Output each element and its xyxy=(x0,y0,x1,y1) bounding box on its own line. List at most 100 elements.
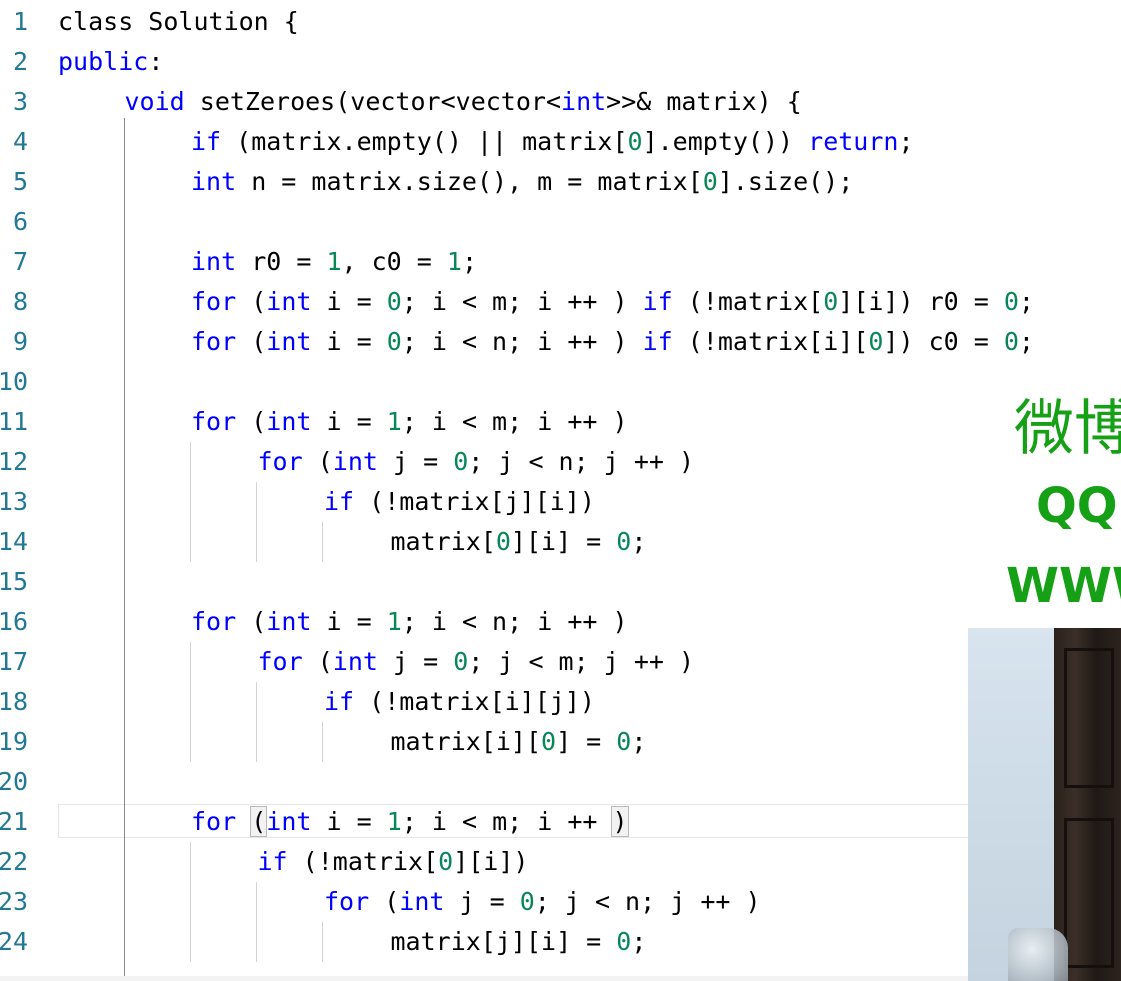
text-token: i = xyxy=(311,607,387,636)
code-line[interactable]: 22 if (!matrix[0][i]) xyxy=(0,842,1121,882)
code-line[interactable]: 15 xyxy=(0,562,1121,602)
keyword-token: for xyxy=(191,807,237,836)
code-line[interactable]: 24 matrix[j][i] = 0; xyxy=(0,922,1121,962)
text-token: i = xyxy=(311,327,387,356)
camera-door-panel-upper xyxy=(1064,648,1114,788)
code-text: public: xyxy=(58,42,163,82)
line-number: 18 xyxy=(0,687,28,716)
code-line[interactable]: 5 int n = matrix.size(), m = matrix[0].si… xyxy=(0,162,1121,202)
text-token: ].size(); xyxy=(717,167,854,196)
text-token: ; i < n; i ++ ) xyxy=(401,327,643,356)
code-text: for (int i = 0; i < m; i ++ ) if (!matri… xyxy=(191,282,1034,322)
number-token: 0 xyxy=(386,287,402,316)
indent-guide xyxy=(322,722,323,762)
text-token: ; xyxy=(898,127,914,156)
code-text: void setZeroes(vector<vector<int>>& matr… xyxy=(125,82,802,122)
text-token: ; xyxy=(631,727,647,756)
text-token: ]) c0 = xyxy=(883,327,1004,356)
line-number: 5 xyxy=(12,167,28,196)
line-number: 15 xyxy=(0,567,28,596)
code-text: class Solution { xyxy=(58,2,299,42)
text-token: ( xyxy=(236,287,267,316)
keyword-token: if xyxy=(191,127,222,156)
text-token: ; i < m; i ++ ) xyxy=(401,407,628,436)
keyword-token: for xyxy=(191,407,237,436)
keyword-token: if xyxy=(257,847,288,876)
text-token: ].empty()) xyxy=(642,127,809,156)
code-text: for (int i = 1; i < n; i ++ ) xyxy=(191,602,628,642)
code-editor[interactable]: 1 class Solution {2 public: 3 void setZeroes… xyxy=(0,0,1121,981)
code-line[interactable]: 13 if (!matrix[j][i]) xyxy=(0,482,1121,522)
keyword-token: int xyxy=(266,407,312,436)
code-text: if (!matrix[i][j]) xyxy=(324,682,595,722)
text-token: (matrix.empty() || matrix[ xyxy=(221,127,628,156)
text-token: ; i < m; i ++ ) xyxy=(401,287,643,316)
text-token: ( xyxy=(236,407,267,436)
number-token: 0 xyxy=(1003,327,1019,356)
webcam-overlay xyxy=(968,628,1121,981)
code-line[interactable]: 16 for (int i = 1; i < n; i ++ ) xyxy=(0,602,1121,642)
line-number: 21 xyxy=(0,807,28,836)
code-line[interactable]: 3 void setZeroes(vector<vector<int>>& mat… xyxy=(0,82,1121,122)
line-number: 24 xyxy=(0,927,28,956)
code-line[interactable]: 9 for (int i = 0; i < n; i ++ ) if (!matr… xyxy=(0,322,1121,362)
code-line[interactable]: 19 matrix[i][0] = 0; xyxy=(0,722,1121,762)
line-number: 22 xyxy=(0,847,28,876)
keyword-token: for xyxy=(257,647,303,676)
code-line[interactable]: 17 for (int j = 0; j < m; j ++ ) xyxy=(0,642,1121,682)
text-token: j = xyxy=(377,447,454,476)
code-text: for (int i = 1; i < m; i ++ ) xyxy=(191,802,629,842)
code-line[interactable]: 8 for (int i = 0; i < m; i ++ ) if (!matr… xyxy=(0,282,1121,322)
text-token: ( xyxy=(236,327,267,356)
number-token: 1 xyxy=(386,407,402,436)
code-text: matrix[j][i] = 0; xyxy=(391,922,647,962)
number-token: 1 xyxy=(386,807,402,836)
text-token: , c0 = xyxy=(341,247,447,276)
code-line[interactable]: 11 for (int i = 1; i < m; i ++ ) xyxy=(0,402,1121,442)
code-line[interactable]: 14 matrix[0][i] = 0; xyxy=(0,522,1121,562)
text-token: j = xyxy=(377,647,454,676)
code-line[interactable]: 10 xyxy=(0,362,1121,402)
line-number: 7 xyxy=(12,247,28,276)
keyword-token: if xyxy=(642,287,673,316)
text-token: ( xyxy=(236,607,267,636)
indent-guide xyxy=(256,882,257,962)
keyword-token: return xyxy=(808,127,899,156)
number-token: 0 xyxy=(453,447,469,476)
number-token: 0 xyxy=(616,927,632,956)
number-token: 0 xyxy=(702,167,718,196)
text-token: ( xyxy=(302,447,333,476)
watermark-line-2: QQ xyxy=(1036,478,1118,534)
code-line[interactable]: 2 public: xyxy=(0,42,1121,82)
number-token: 0 xyxy=(438,847,454,876)
code-text: if (matrix.empty() || matrix[0].empty())… xyxy=(191,122,914,162)
text-token: i = xyxy=(311,287,387,316)
keyword-token: int xyxy=(266,327,312,356)
code-line[interactable]: 21 for (int i = 1; i < m; i ++ ) xyxy=(0,802,1121,842)
number-token: 0 xyxy=(495,527,511,556)
code-line[interactable]: 1 class Solution { xyxy=(0,2,1121,42)
text-token: ; j < m; j ++ ) xyxy=(468,647,695,676)
code-line[interactable]: 4 if (matrix.empty() || matrix[0].empty()… xyxy=(0,122,1121,162)
keyword-token: int xyxy=(266,287,312,316)
text-token: matrix[ xyxy=(390,527,496,556)
keyword-token: void xyxy=(124,87,185,116)
text-token: r0 = xyxy=(236,247,327,276)
indent-guide xyxy=(190,642,191,762)
text-token: (!matrix[i][j]) xyxy=(354,687,595,716)
code-line[interactable]: 18 if (!matrix[i][j]) xyxy=(0,682,1121,722)
indent-guide xyxy=(124,118,125,981)
text-token: ; xyxy=(631,527,647,556)
code-line[interactable]: 20 xyxy=(0,762,1121,802)
code-text: for (int j = 0; j < n; j ++ ) xyxy=(324,882,761,922)
code-line[interactable]: 23 for (int j = 0; j < n; j ++ ) xyxy=(0,882,1121,922)
number-token: 0 xyxy=(453,647,469,676)
text-token: ( xyxy=(302,647,333,676)
keyword-token: for xyxy=(191,287,237,316)
code-text: if (!matrix[0][i]) xyxy=(258,842,529,882)
code-text: matrix[0][i] = 0; xyxy=(391,522,647,562)
code-line[interactable]: 7 int r0 = 1, c0 = 1; xyxy=(0,242,1121,282)
code-line[interactable]: 6 xyxy=(0,202,1121,242)
code-line[interactable]: 12 for (int j = 0; j < n; j ++ ) xyxy=(0,442,1121,482)
text-token: class Solution { xyxy=(58,7,299,36)
